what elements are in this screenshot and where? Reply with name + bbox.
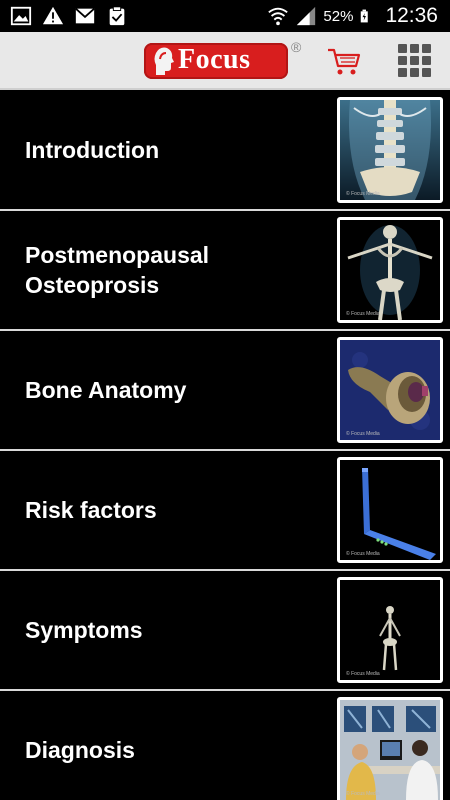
- thumbnail-watermark: © Focus Media: [346, 431, 380, 437]
- cart-button[interactable]: [326, 46, 362, 78]
- shopping-cart-icon: [328, 48, 361, 75]
- thumbnail-watermark: © Focus Media: [346, 671, 380, 677]
- topic-row-diagnosis[interactable]: Diagnosis © Focus Media: [0, 691, 450, 800]
- spine-xray-image: [340, 100, 440, 200]
- topic-label: Risk factors: [25, 497, 157, 523]
- topic-thumbnail-small-skeleton[interactable]: © Focus Media: [337, 577, 443, 683]
- gallery-icon: [10, 6, 32, 26]
- battery-charging-icon: [361, 9, 369, 23]
- signal-icon: [297, 6, 316, 26]
- grid-icon-cell: [398, 44, 407, 53]
- grid-icon-cell: [410, 56, 419, 65]
- thumbnail-watermark: © Focus Media: [346, 551, 380, 557]
- thumbnail-watermark: © Focus Media: [346, 791, 380, 797]
- status-bar: 52% 12:36: [0, 0, 450, 32]
- grid-icon-cell: [410, 44, 419, 53]
- clock: 12:36: [385, 4, 438, 27]
- focus-logo: Focus ®: [144, 39, 304, 81]
- grid-icon-cell: [410, 68, 419, 77]
- topic-thumbnail-risk-chart[interactable]: © Focus Media: [337, 457, 443, 563]
- mail-icon: [75, 7, 95, 24]
- thumbnail-watermark: © Focus Media: [346, 311, 380, 317]
- app-bar: Focus ®: [0, 32, 450, 90]
- grid-icon-cell: [422, 68, 431, 77]
- grid-icon-cell: [422, 44, 431, 53]
- wifi-icon: [268, 7, 289, 26]
- topic-thumbnail-doctor-visit[interactable]: © Focus Media: [337, 697, 443, 800]
- grid-icon-cell: [398, 68, 407, 77]
- small-skeleton-image: [340, 580, 440, 680]
- topic-label: Bone Anatomy: [25, 377, 187, 403]
- topic-row-bone-anatomy[interactable]: Bone Anatomy © Focus Media: [0, 331, 450, 451]
- skeleton-figure-image: [340, 220, 440, 320]
- bone-cross-section-image: [340, 340, 440, 440]
- registered-mark: ®: [291, 39, 302, 55]
- doctor-patient-image: [340, 700, 440, 800]
- logo-text: Focus: [178, 44, 251, 75]
- risk-graphic-image: [340, 460, 440, 560]
- topic-label: Postmenopausal Osteoprosis: [25, 242, 210, 298]
- topic-list: Introduction © Focus Media Postmenopausa…: [0, 91, 450, 800]
- topic-thumbnail-spine[interactable]: © Focus Media: [337, 97, 443, 203]
- head-profile-icon: [154, 47, 174, 75]
- topic-label: Introduction: [25, 137, 160, 163]
- battery-percent: 52%: [323, 7, 354, 25]
- grid-icon-cell: [398, 56, 407, 65]
- apps-grid-button[interactable]: [398, 44, 432, 78]
- topic-row-symptoms[interactable]: Symptoms © Focus Media: [0, 571, 450, 691]
- clipboard-check-icon: [109, 6, 125, 26]
- topic-row-introduction[interactable]: Introduction © Focus Media: [0, 91, 450, 211]
- topic-row-risk-factors[interactable]: Risk factors © Focus Media: [0, 451, 450, 571]
- topic-row-postmenopausal-osteoprosis[interactable]: Postmenopausal Osteoprosis © Focus Media: [0, 211, 450, 331]
- topic-thumbnail-skeleton[interactable]: © Focus Media: [337, 217, 443, 323]
- thumbnail-watermark: © Focus Media: [346, 191, 380, 197]
- topic-label: Symptoms: [25, 617, 143, 643]
- warning-icon: [42, 6, 64, 25]
- topic-label: Diagnosis: [25, 737, 135, 763]
- topic-thumbnail-bone[interactable]: © Focus Media: [337, 337, 443, 443]
- grid-icon-cell: [422, 56, 431, 65]
